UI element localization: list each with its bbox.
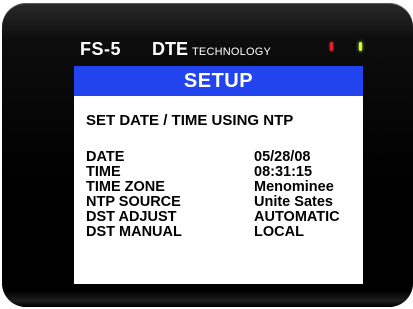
brand-logo: DTE TECHNOLOGY — [152, 39, 271, 60]
setting-label: DST ADJUST — [86, 209, 177, 225]
settings-list: DATE 05/28/08 TIME 08:31:15 TIME ZONE Me… — [86, 150, 363, 240]
settings-row-ntp-source[interactable]: NTP SOURCE Unite Sates — [86, 195, 363, 210]
setup-header: SETUP — [74, 66, 363, 96]
settings-row-dst-adjust[interactable]: DST ADJUST AUTOMATIC — [86, 210, 363, 225]
settings-row-date[interactable]: DATE 05/28/08 — [86, 150, 363, 165]
setting-value: 08:31:15 — [254, 164, 313, 180]
lcd-screen: SETUP SET DATE / TIME USING NTP DATE 05/… — [74, 66, 363, 284]
setting-value: Menominee — [254, 179, 334, 195]
green-led-indicator — [359, 42, 362, 51]
settings-row-dst-manual[interactable]: DST MANUAL LOCAL — [86, 225, 363, 240]
setting-value: AUTOMATIC — [254, 209, 340, 225]
settings-row-time-zone[interactable]: TIME ZONE Menominee — [86, 180, 363, 195]
setting-label: TIME — [86, 164, 121, 180]
setting-value: 05/28/08 — [254, 149, 311, 165]
brand-sub-label: TECHNOLOGY — [192, 46, 272, 58]
setting-label: DST MANUAL — [86, 224, 182, 240]
setting-label: TIME ZONE — [86, 179, 165, 195]
setting-value: LOCAL — [254, 224, 304, 240]
brand-name: DTE — [152, 39, 188, 59]
screen-subtitle: SET DATE / TIME USING NTP — [86, 112, 294, 129]
device-bezel: FS-5 DTE TECHNOLOGY SETUP SET DATE / TIME… — [2, 3, 413, 307]
setting-value: Unite Sates — [254, 194, 333, 210]
settings-row-time[interactable]: TIME 08:31:15 — [86, 165, 363, 180]
device-top-bar: FS-5 DTE TECHNOLOGY — [72, 33, 372, 63]
setting-label: DATE — [86, 149, 125, 165]
red-led-indicator — [330, 42, 333, 51]
model-label: FS-5 — [80, 39, 122, 59]
setting-label: NTP SOURCE — [86, 194, 181, 210]
